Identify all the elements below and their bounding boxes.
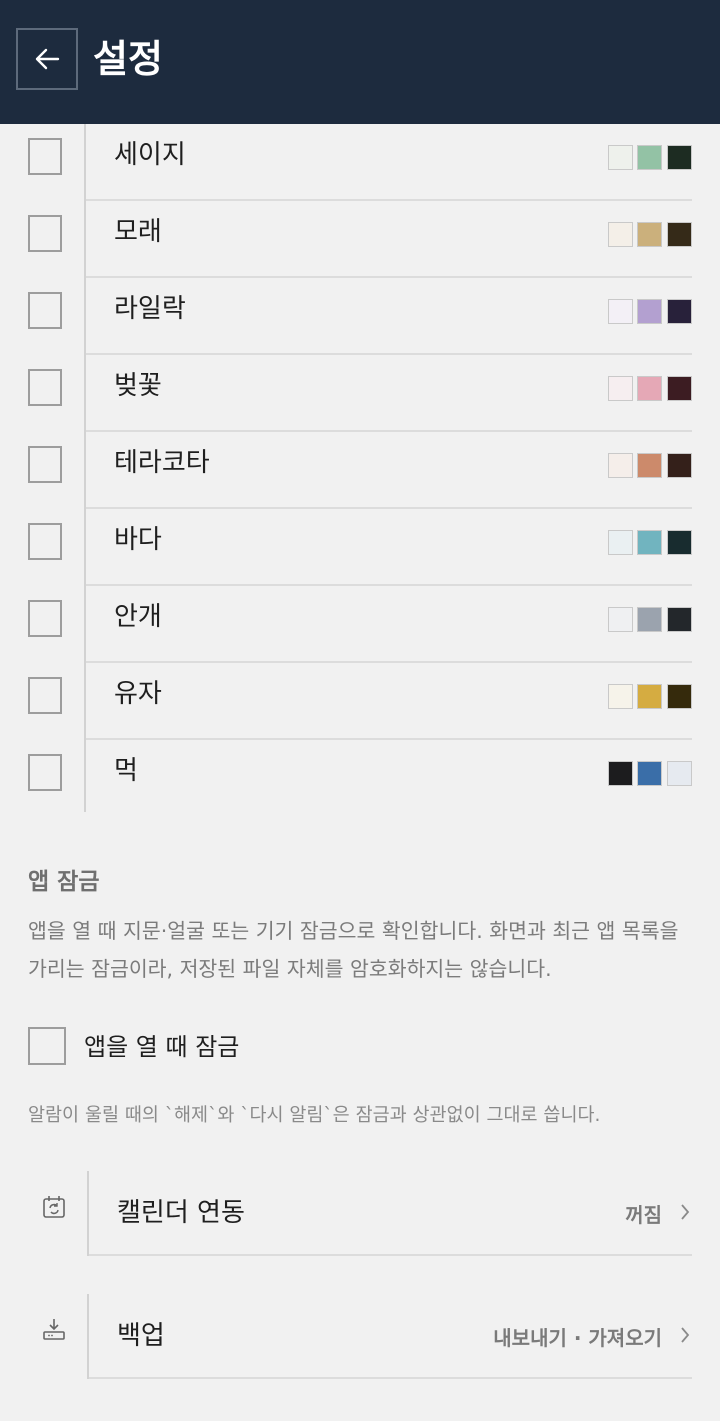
color-swatch — [637, 222, 662, 247]
theme-label: 바다 — [114, 525, 162, 555]
alarm-note: 알람이 울릴 때의 `해제`와 `다시 알림`은 잠금과 상관없이 그대로 씁니… — [28, 1105, 601, 1126]
color-swatch — [667, 684, 692, 709]
color-swatch — [608, 530, 633, 555]
vertical-divider — [87, 1171, 89, 1256]
theme-checkbox[interactable] — [28, 292, 62, 329]
theme-row[interactable]: 먹 — [0, 740, 720, 817]
theme-label: 라일락 — [114, 294, 186, 324]
color-swatch — [637, 145, 662, 170]
color-swatch — [608, 761, 633, 786]
theme-checkbox[interactable] — [28, 523, 62, 560]
color-swatch — [667, 607, 692, 632]
vertical-divider — [87, 1294, 89, 1379]
calendar-sync-label: 캘린더 연동 — [117, 1198, 245, 1228]
calendar-sync-icon — [40, 1193, 68, 1221]
color-swatch — [637, 453, 662, 478]
color-swatch — [667, 299, 692, 324]
color-swatch — [667, 453, 692, 478]
color-swatch — [608, 145, 633, 170]
color-swatch — [608, 299, 633, 324]
page-title: 설정 — [93, 37, 163, 81]
color-swatch — [667, 530, 692, 555]
backup-label: 백업 — [117, 1321, 165, 1351]
theme-row[interactable]: 세이지 — [0, 124, 720, 201]
color-swatch — [667, 376, 692, 401]
color-swatch — [608, 607, 633, 632]
color-swatch — [637, 684, 662, 709]
app-lock-description: 앱을 열 때 지문·얼굴 또는 기기 잠금으로 확인합니다. 화면과 최근 앱 … — [28, 919, 679, 981]
app-lock-checkbox[interactable] — [28, 1027, 66, 1065]
app-lock-checkbox-label[interactable]: 앱을 열 때 잠금 — [84, 1030, 239, 1064]
arrow-left-icon — [35, 48, 60, 70]
color-swatch — [608, 453, 633, 478]
calendar-sync-value: 꺼짐 — [625, 1203, 662, 1227]
theme-row[interactable]: 안개 — [0, 586, 720, 663]
download-tray-icon — [40, 1316, 68, 1344]
theme-checkbox[interactable] — [28, 600, 62, 637]
theme-row[interactable]: 유자 — [0, 663, 720, 740]
theme-checkbox[interactable] — [28, 677, 62, 714]
theme-label: 벚꽃 — [114, 371, 162, 401]
theme-checkbox[interactable] — [28, 138, 62, 175]
chevron-right-icon — [681, 1327, 690, 1343]
theme-label: 유자 — [114, 679, 162, 709]
color-swatch — [637, 761, 662, 786]
theme-checkbox[interactable] — [28, 369, 62, 406]
theme-label: 테라코타 — [114, 448, 210, 478]
theme-list: 세이지모래라일락벚꽃테라코타바다안개유자먹 — [0, 124, 720, 812]
color-swatch — [608, 376, 633, 401]
backup-value: 내보내기 · 가져오기 — [493, 1326, 662, 1350]
color-swatch — [608, 684, 633, 709]
row-divider — [89, 1254, 692, 1256]
theme-row[interactable]: 라일락 — [0, 278, 720, 355]
theme-label: 모래 — [114, 217, 162, 247]
back-button[interactable] — [16, 28, 78, 90]
color-swatch — [637, 607, 662, 632]
app-lock-heading: 앱 잠금 — [28, 869, 100, 895]
theme-label: 세이지 — [114, 140, 186, 170]
calendar-sync-row[interactable]: 캘린더 연동 꺼짐 — [0, 1171, 720, 1256]
color-swatch — [608, 222, 633, 247]
backup-row[interactable]: 백업 내보내기 · 가져오기 — [0, 1294, 720, 1379]
theme-row[interactable]: 테라코타 — [0, 432, 720, 509]
row-divider — [89, 1377, 692, 1379]
theme-checkbox[interactable] — [28, 754, 62, 791]
chevron-right-icon — [681, 1204, 690, 1220]
theme-row[interactable]: 바다 — [0, 509, 720, 586]
color-swatch — [667, 222, 692, 247]
color-swatch — [637, 376, 662, 401]
theme-row[interactable]: 벚꽃 — [0, 355, 720, 432]
color-swatch — [667, 761, 692, 786]
color-swatch — [637, 299, 662, 324]
theme-checkbox[interactable] — [28, 446, 62, 483]
theme-checkbox[interactable] — [28, 215, 62, 252]
theme-row[interactable]: 모래 — [0, 201, 720, 278]
top-app-bar: 설정 — [0, 0, 720, 124]
theme-label: 안개 — [114, 602, 162, 632]
theme-label: 먹 — [114, 756, 138, 786]
color-swatch — [637, 530, 662, 555]
color-swatch — [667, 145, 692, 170]
